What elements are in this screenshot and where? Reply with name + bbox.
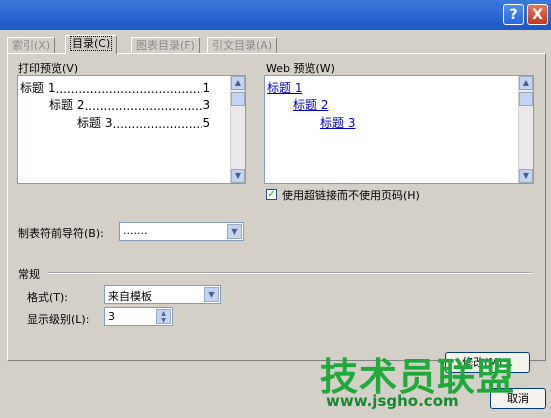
hyperlink-checkbox[interactable]: ✓	[266, 189, 277, 200]
format-value: 来自模板	[108, 290, 152, 303]
print-entry-3: 标题 3....................................…	[77, 116, 211, 131]
print-entry-3-text: 标题 3	[77, 116, 113, 130]
watermark-logo: 技术员联盟 www.jsgho.com	[320, 346, 548, 414]
web-entry-2[interactable]: 标题 2	[293, 96, 328, 113]
print-entry-2-page: 3	[202, 98, 211, 112]
format-label: 格式(T):	[27, 291, 69, 304]
close-button[interactable]: X	[527, 4, 548, 25]
general-section-label: 常规	[18, 268, 40, 281]
print-entry-1: 标题 1....................................…	[20, 81, 211, 96]
tab-figures[interactable]: 图表目录(F)	[131, 37, 200, 53]
levels-spinner[interactable]: 3 ▲ ▼	[104, 307, 173, 326]
web-entry-1[interactable]: 标题 1	[267, 79, 302, 96]
web-preview-scrollbar[interactable]: ▲ ▼	[518, 76, 533, 183]
scroll-thumb[interactable]	[231, 92, 245, 106]
levels-value: 3	[108, 310, 115, 323]
tab-toc-label: 目录(C)	[70, 36, 113, 51]
scroll-up-icon[interactable]: ▲	[519, 76, 533, 90]
print-entry-3-page: 5	[202, 116, 211, 130]
scroll-up-icon[interactable]: ▲	[231, 76, 245, 90]
help-button[interactable]: ?	[503, 4, 524, 25]
tab-leader-label: 制表符前导符(B):	[18, 227, 104, 240]
hyperlink-checkbox-label: 使用超链接而不使用页码(H)	[282, 189, 420, 202]
format-select[interactable]: 来自模板 ▼	[104, 285, 221, 304]
web-preview-box: 标题 1 标题 2 标题 3 ▲ ▼	[264, 75, 534, 184]
toc-dialog: ? X 索引(X) 目录(C) 图表目录(F) 引文目录(A) 打印预览(V) …	[0, 0, 551, 418]
scroll-down-icon[interactable]: ▼	[231, 169, 245, 183]
print-entry-1-page: 1	[202, 81, 211, 95]
tab-citations[interactable]: 引文目录(A)	[207, 37, 278, 53]
scroll-down-icon[interactable]: ▼	[519, 169, 533, 183]
tab-index[interactable]: 索引(X)	[7, 37, 56, 53]
tab-leader-value: .......	[123, 224, 148, 237]
tab-toc[interactable]: 目录(C)	[65, 35, 118, 54]
watermark-url: www.jsgho.com	[326, 392, 459, 410]
web-entry-3[interactable]: 标题 3	[320, 114, 355, 131]
print-preview-box: 标题 1....................................…	[17, 75, 246, 184]
chevron-down-icon[interactable]: ▼	[204, 287, 219, 302]
print-preview-label: 打印预览(V)	[18, 62, 79, 75]
scroll-thumb[interactable]	[519, 92, 533, 106]
print-entry-2-text: 标题 2	[49, 98, 85, 112]
levels-label: 显示级别(L):	[27, 313, 90, 326]
print-entry-1-text: 标题 1	[20, 81, 56, 95]
print-entry-2: 标题 2....................................…	[49, 98, 211, 113]
tab-leader-select[interactable]: ....... ▼	[119, 222, 244, 241]
section-divider	[48, 272, 532, 274]
spinner-arrows-icon[interactable]: ▲ ▼	[156, 309, 171, 324]
title-bar: ? X	[0, 0, 551, 30]
chevron-down-icon[interactable]: ▼	[227, 224, 242, 239]
web-preview-label: Web 预览(W)	[266, 62, 335, 75]
print-preview-scrollbar[interactable]: ▲ ▼	[230, 76, 245, 183]
